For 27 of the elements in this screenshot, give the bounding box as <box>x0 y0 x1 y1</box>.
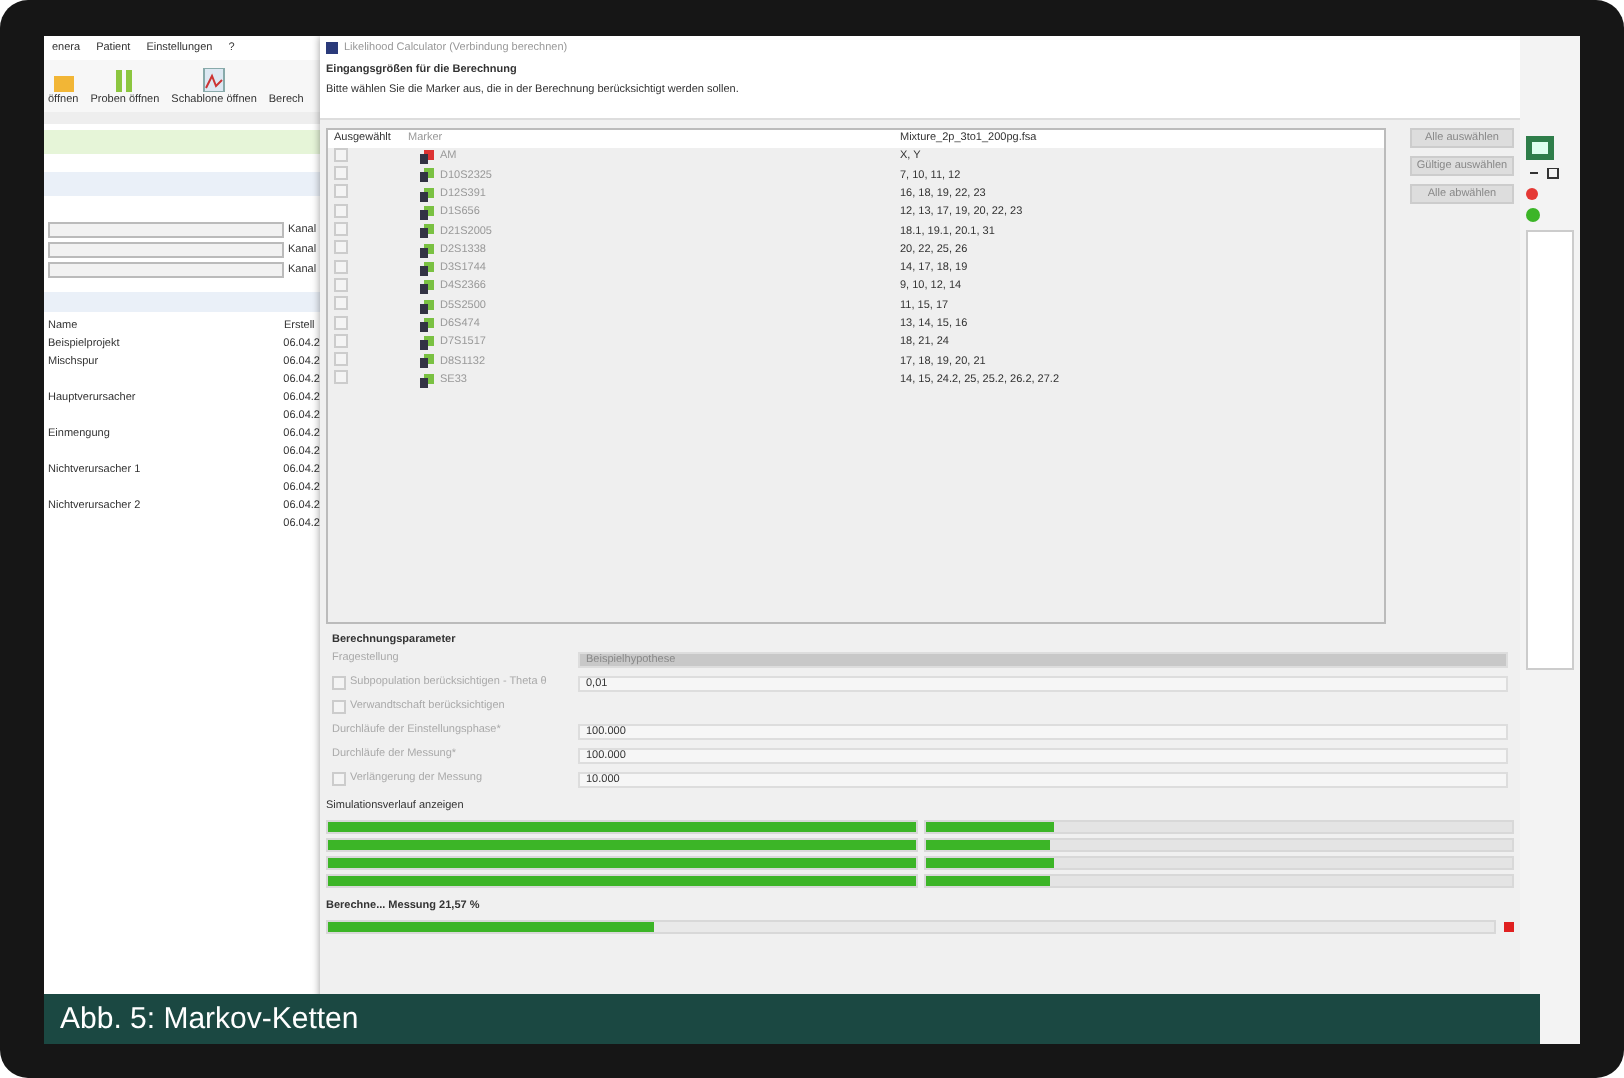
checkbox[interactable] <box>334 277 348 292</box>
checkbox[interactable] <box>332 772 346 787</box>
toolbar-icon[interactable] <box>1526 136 1554 160</box>
checkbox[interactable] <box>332 700 346 715</box>
input-field[interactable] <box>48 222 284 238</box>
checkbox[interactable] <box>334 240 348 255</box>
checkbox[interactable] <box>332 676 346 691</box>
checkbox[interactable] <box>334 166 348 181</box>
tubes-icon <box>114 70 135 93</box>
add-icon[interactable] <box>1526 208 1542 222</box>
checkbox[interactable] <box>334 370 348 385</box>
checkbox[interactable] <box>334 333 348 348</box>
checkbox[interactable] <box>334 259 348 274</box>
checkbox[interactable] <box>334 222 348 237</box>
folder-icon <box>53 72 74 93</box>
checkbox[interactable] <box>334 203 348 218</box>
input-field[interactable] <box>48 242 284 258</box>
checkbox[interactable] <box>334 296 348 311</box>
figure-caption: Abb. 5: Markov-Ketten <box>44 994 1540 1044</box>
app-icon <box>326 42 338 54</box>
window-controls-icon[interactable] <box>1526 168 1562 180</box>
input-field[interactable] <box>48 262 284 278</box>
checkbox[interactable] <box>334 315 348 330</box>
checkbox[interactable] <box>334 352 348 367</box>
checkbox[interactable] <box>334 184 348 199</box>
cancel-icon[interactable] <box>1504 921 1514 932</box>
document-chart-icon <box>202 68 227 93</box>
